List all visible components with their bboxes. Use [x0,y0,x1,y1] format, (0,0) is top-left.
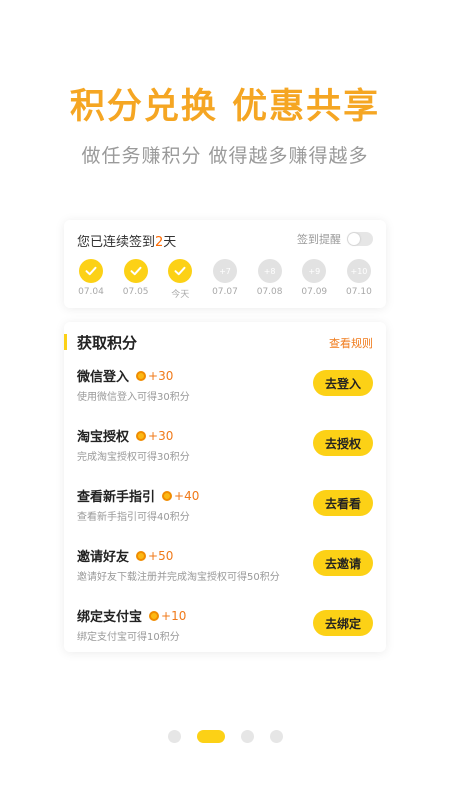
coin-icon [162,490,173,501]
signin-day-label: 07.05 [122,287,149,297]
signin-day: +8 07.08 [255,259,285,301]
signin-day-marker: +9 [302,259,327,283]
hero-title: 积分兑换 优惠共享 [69,87,381,127]
page-dot[interactable] [196,730,225,743]
signin-card: 您已连续签到2天 签到提醒 07.04 07.05 今天 +7 07.07 +8… [64,220,386,308]
tasks-header: 获取积分 查看规则 [64,332,386,352]
tasks-card: 获取积分 查看规则 微信登入 +30 使用微信登入可得30积分 去登入 淘宝授权… [64,322,386,652]
toggle-knob [348,233,360,245]
signin-day: 07.04 [76,259,106,301]
task-desc: 邀请好友下载注册并完成淘宝授权可得50积分 [77,572,280,583]
view-rules-link[interactable]: 查看规则 [329,335,373,351]
task-name: 绑定支付宝 [77,610,143,625]
page-indicator [0,730,450,743]
reminder-toggle[interactable] [347,232,373,246]
task-name-row: 淘宝授权 +30 [77,426,174,446]
task-wechat-login-button[interactable]: 去登入 [313,370,373,396]
check-icon [174,266,186,276]
signin-day: +9 07.09 [299,259,329,301]
task-name: 查看新手指引 [77,490,156,505]
page-dot[interactable] [167,730,181,743]
signin-day-label: 07.08 [256,287,283,297]
signin-prefix: 您已连续签到 [77,235,156,250]
task-points: +30 [148,428,174,443]
coin-icon [136,430,147,441]
signin-day-label: 07.04 [78,287,104,297]
task-name-row: 查看新手指引 +40 [77,486,200,506]
signin-header: 您已连续签到2天 签到提醒 [77,231,373,250]
signin-reminder: 签到提醒 [297,231,373,247]
signin-day: +10 07.10 [344,259,374,301]
signin-day-label: 07.09 [301,287,328,297]
hero-subtitle: 做任务赚积分 做得越多赚得越多 [81,145,369,167]
task-invite-button[interactable]: 去邀请 [313,550,373,576]
task-name-row: 绑定支付宝 +10 [77,606,187,626]
signin-days: 07.04 07.05 今天 +7 07.07 +8 07.08 +9 07.0… [76,259,374,301]
tasks-title: 获取积分 [77,334,138,352]
signin-day: +7 07.07 [210,259,240,301]
signin-day-marker: +10 [346,259,371,283]
task-points: +30 [148,368,174,383]
signin-day-marker: +7 [212,259,237,283]
check-icon [130,266,142,276]
tasks-accent-bar [64,334,67,350]
task-item: 邀请好友 +50 邀请好友下载注册并完成淘宝授权可得50积分 去邀请 [77,546,373,590]
signin-suffix: 天 [163,235,177,250]
signin-day-marker [168,259,193,283]
signin-day-label: 07.07 [212,287,238,297]
page-dot[interactable] [269,730,283,743]
task-item: 淘宝授权 +30 完成淘宝授权可得30积分 去授权 [77,426,373,470]
task-desc: 查看新手指引可得40积分 [77,512,190,523]
signin-day: 07.05 [121,259,151,301]
task-item: 微信登入 +30 使用微信登入可得30积分 去登入 [77,366,373,410]
signin-streak-text: 您已连续签到2天 [77,231,176,250]
task-points: +50 [148,548,174,563]
task-desc: 使用微信登入可得30积分 [77,392,190,403]
task-points: +40 [174,488,200,503]
page-dot[interactable] [240,730,254,743]
signin-day: 今天 [165,259,195,301]
signin-day-marker [123,259,148,283]
task-guide-button[interactable]: 去看看 [313,490,373,516]
coin-icon [149,610,160,621]
coin-icon [136,550,147,561]
signin-day-label: 今天 [171,290,190,300]
signin-day-marker: +8 [257,259,282,283]
reminder-label: 签到提醒 [297,233,341,246]
task-name-row: 微信登入 +30 [77,366,174,386]
task-desc: 绑定支付宝可得10积分 [77,632,180,643]
task-desc: 完成淘宝授权可得30积分 [77,452,190,463]
task-name: 淘宝授权 [77,430,130,445]
signin-day-marker [79,259,103,283]
task-name-row: 邀请好友 +50 [77,546,174,566]
task-name: 邀请好友 [77,550,130,565]
signin-day-label: 07.10 [346,287,372,297]
task-item: 绑定支付宝 +10 绑定支付宝可得10积分 去绑定 [77,606,373,650]
task-bind-alipay-button[interactable]: 去绑定 [313,610,373,636]
task-points: +10 [161,608,187,623]
coin-icon [136,370,147,381]
task-item: 查看新手指引 +40 查看新手指引可得40积分 去看看 [77,486,373,530]
check-icon [85,266,97,276]
task-taobao-auth-button[interactable]: 去授权 [313,430,373,456]
task-name: 微信登入 [77,370,130,385]
